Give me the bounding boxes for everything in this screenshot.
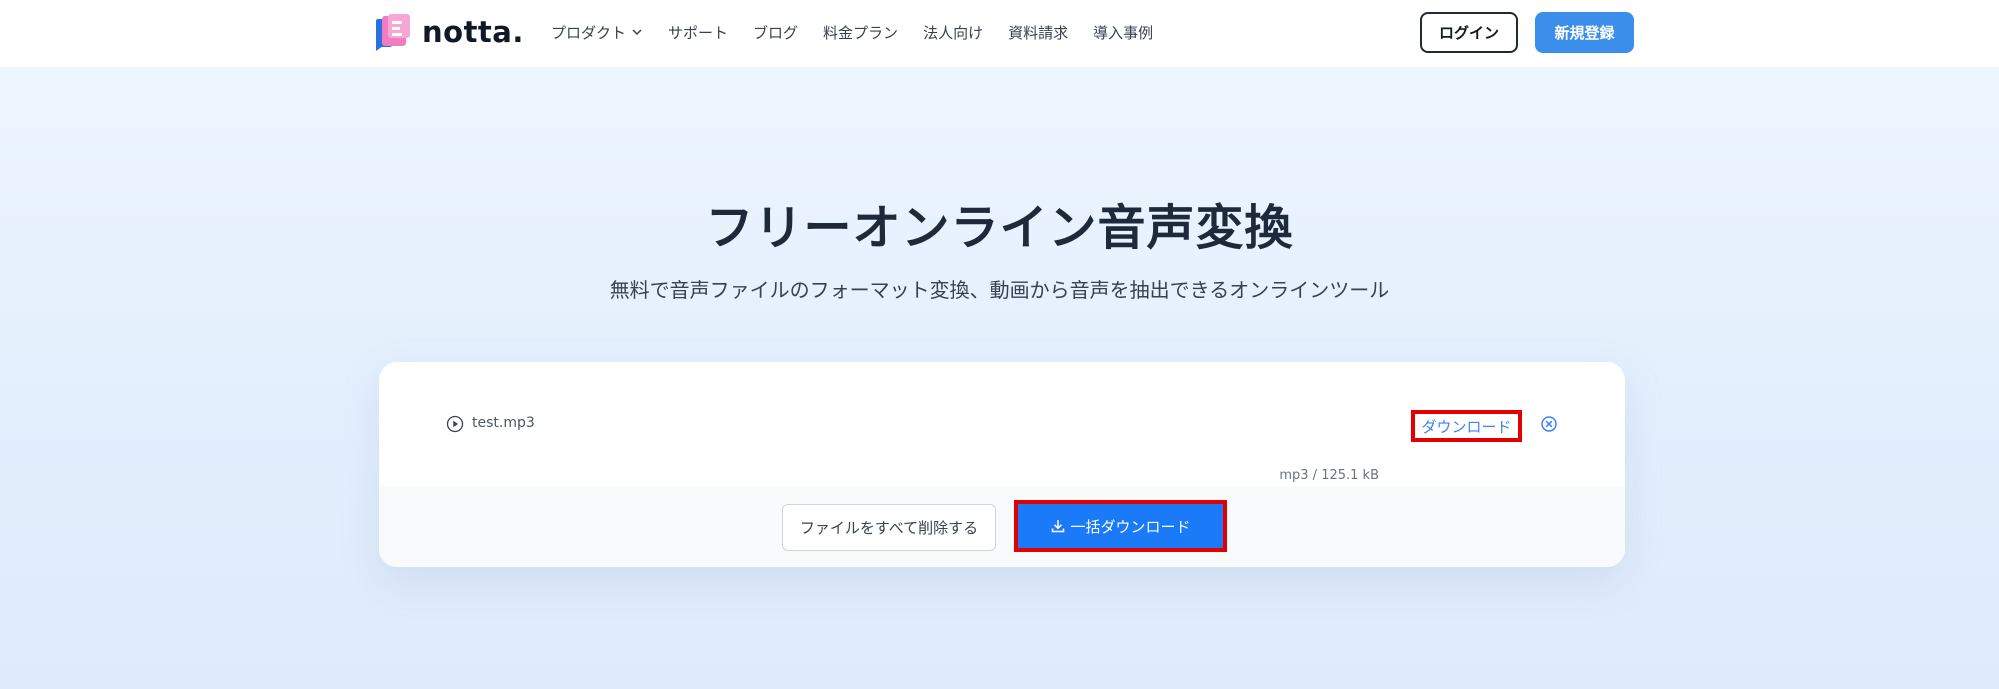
notta-logo[interactable]: notta. <box>374 13 524 51</box>
file-name: test.mp3 <box>472 415 535 431</box>
main-nav: プロダクト サポート ブログ 料金プラン 法人向け 資料請求 導入事例 <box>551 21 1178 43</box>
nav-item-support[interactable]: サポート <box>668 22 728 43</box>
nav-item-case-studies[interactable]: 導入事例 <box>1093 22 1153 43</box>
nav-item-label: 資料請求 <box>1008 23 1069 42</box>
nav-item-label: プロダクト <box>551 23 627 42</box>
nav-item-business[interactable]: 法人向け <box>923 22 983 43</box>
logo-text: notta. <box>422 15 524 49</box>
page-title: フリーオンライン音声変換 <box>705 200 1294 256</box>
file-row: test.mp3 mp3 / 125.1 kB ダウンロード <box>379 362 1625 486</box>
play-circle-icon[interactable] <box>446 415 464 433</box>
nav-item-blog[interactable]: ブログ <box>753 22 798 43</box>
notta-logo-icon <box>376 14 410 51</box>
bulk-download-label: 一括ダウンロード <box>1070 517 1191 536</box>
hero-section: フリーオンライン音声変換 無料で音声ファイルのフォーマット変換、動画から音声を抽… <box>0 67 1999 689</box>
nav-item-label: 法人向け <box>923 23 984 42</box>
card-actions: ファイルをすべて削除する 一括ダウンロード <box>379 486 1625 567</box>
chevron-down-icon <box>632 29 642 36</box>
bulk-download-button[interactable]: 一括ダウンロード <box>1014 500 1227 552</box>
nav-item-label: 導入事例 <box>1093 23 1154 42</box>
signup-button[interactable]: 新規登録 <box>1535 12 1634 53</box>
file-meta: mp3 / 125.1 kB <box>1279 468 1379 483</box>
nav-item-request-docs[interactable]: 資料請求 <box>1008 22 1068 43</box>
download-icon <box>1052 520 1065 533</box>
nav-item-label: サポート <box>668 23 729 42</box>
nav-item-label: ブログ <box>753 23 799 42</box>
delete-all-button[interactable]: ファイルをすべて削除する <box>782 504 996 551</box>
top-header: notta. プロダクト サポート ブログ 料金プラン 法人向け 資料請求 導入… <box>0 0 1999 67</box>
nav-item-label: 料金プラン <box>823 23 899 42</box>
converter-card: test.mp3 mp3 / 125.1 kB ダウンロード ファイルをすべて削… <box>379 362 1625 567</box>
nav-item-product[interactable]: プロダクト <box>551 22 643 43</box>
login-button[interactable]: ログイン <box>1420 12 1518 53</box>
close-circle-icon[interactable] <box>1540 415 1558 433</box>
nav-item-pricing[interactable]: 料金プラン <box>823 22 898 43</box>
download-link[interactable]: ダウンロード <box>1411 410 1522 442</box>
page-subtitle: 無料で音声ファイルのフォーマット変換、動画から音声を抽出できるオンラインツール <box>609 278 1390 302</box>
